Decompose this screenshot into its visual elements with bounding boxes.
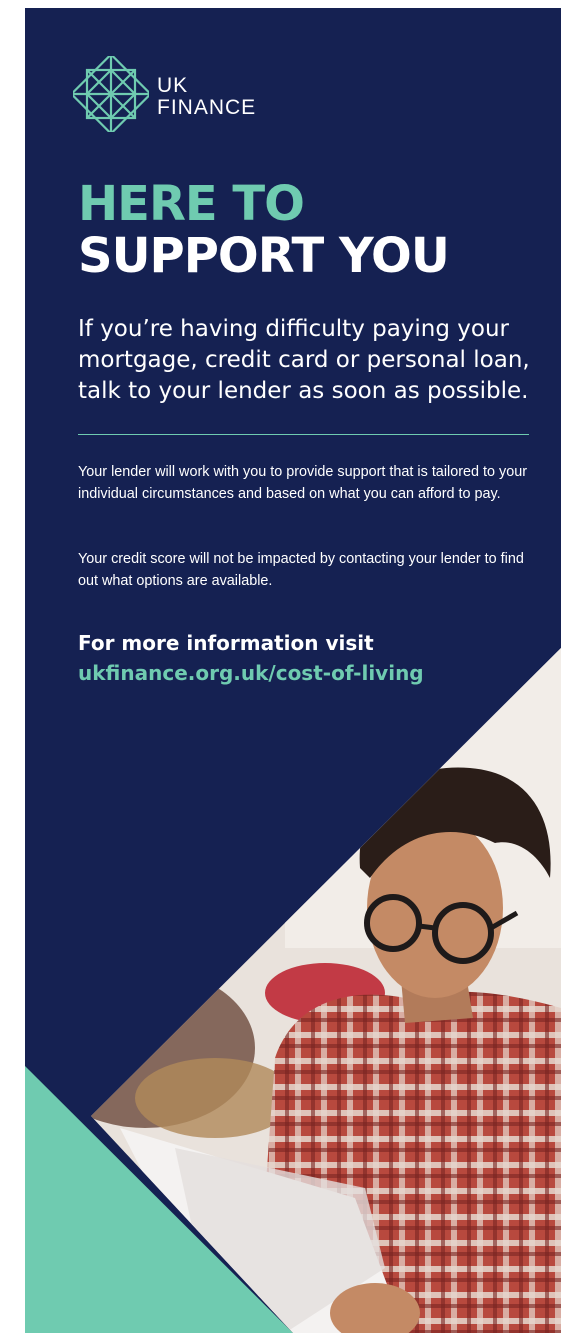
headline: HERE TO SUPPORT YOU (78, 176, 450, 284)
body-paragraph-2: Your credit score will not be impacted b… (78, 551, 524, 589)
headline-line1: HERE TO (78, 176, 305, 232)
cta-link[interactable]: ukfinance.org.uk/cost-of-living (78, 660, 424, 687)
headline-line2: SUPPORT YOU (78, 228, 450, 284)
roll-up-banner: UK FINANCE HERE TO SUPPORT YOU If you’re… (25, 8, 561, 1333)
uk-finance-logo: UK FINANCE (73, 56, 273, 132)
uk-finance-emblem-icon (73, 56, 149, 132)
logo-wordmark-line2: FINANCE (157, 96, 257, 119)
lead-text: If you’re having difficulty paying your … (78, 316, 530, 404)
logo-wordmark-line1: UK (157, 74, 189, 97)
body-paragraph-1: Your lender will work with you to provid… (78, 464, 528, 502)
divider (78, 434, 529, 435)
cta-label: For more information visit (78, 631, 374, 655)
logo-wordmark: UK FINANCE (157, 75, 256, 119)
